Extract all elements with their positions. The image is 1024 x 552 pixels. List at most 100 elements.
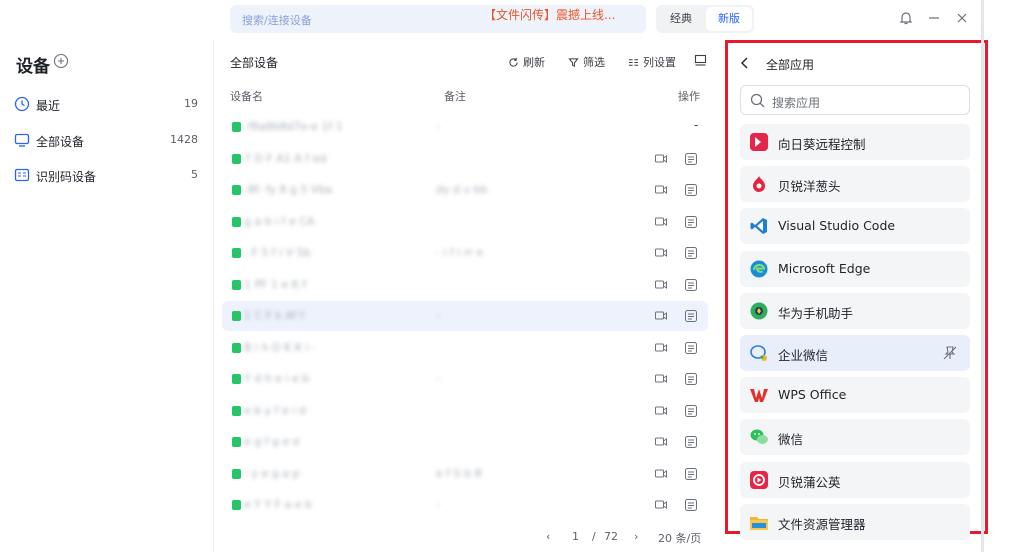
no-actions: - <box>694 118 699 132</box>
next-page-icon[interactable]: › <box>634 530 638 543</box>
layout-toggle-button[interactable] <box>694 54 711 68</box>
table-row[interactable]: -f8a8b8d7e-e 1f 1 - - <box>222 112 708 142</box>
table-row[interactable]: e Y Y F a e b- <box>222 490 708 520</box>
close-icon[interactable] <box>954 10 970 26</box>
app-item[interactable]: Visual Studio Code <box>740 208 970 245</box>
device-name: - y e g a p <box>244 466 300 480</box>
prev-page-icon[interactable]: ‹ <box>546 530 550 543</box>
app-item[interactable]: 贝锐蒲公英 <box>740 461 970 498</box>
details-icon[interactable] <box>684 183 698 197</box>
app-item[interactable]: 企业微信 <box>740 335 970 371</box>
table-row[interactable]: Y d h e i e b- <box>222 364 708 394</box>
details-icon[interactable] <box>684 341 698 355</box>
mode-classic-button[interactable]: 经典 <box>658 7 704 31</box>
vscode-icon <box>749 216 769 236</box>
remote-control-icon[interactable] <box>654 215 668 229</box>
remote-control-icon[interactable] <box>654 498 668 512</box>
page-separator: / <box>592 530 596 543</box>
details-icon[interactable] <box>684 215 698 229</box>
column-header-name: 设备名 <box>230 90 263 103</box>
columns-icon <box>628 59 639 66</box>
device-name: e Y Y F a e b <box>244 498 313 511</box>
app-item[interactable]: 微信 <box>740 419 970 456</box>
app-item[interactable]: WPS Office <box>740 377 970 414</box>
app-item[interactable]: Microsoft Edge <box>740 250 970 287</box>
remote-control-icon[interactable] <box>654 183 668 197</box>
table-row[interactable]: - y e g a p e f S b 8 <box>222 459 708 489</box>
wecom-icon <box>749 343 769 363</box>
device-note: - <box>436 309 440 322</box>
table-row[interactable]: e b y f e i d <box>222 396 708 426</box>
add-device-icon[interactable] <box>53 53 69 69</box>
remote-control-icon[interactable] <box>654 309 668 323</box>
nav-item-count: 1428 <box>170 133 198 146</box>
details-icon[interactable] <box>684 435 698 449</box>
wechat-icon <box>749 427 769 447</box>
top-bar: 搜索/连接设备 【文件闪传】震撼上线... 经典 新版 <box>0 0 1024 40</box>
app-label: 向日葵远程控制 <box>778 137 866 152</box>
promo-text[interactable]: 【文件闪传】震撼上线... <box>484 6 615 23</box>
table-row[interactable]: 7 D F A1 A f ed <box>222 144 708 174</box>
device-status-icon <box>232 468 241 479</box>
minimize-icon[interactable] <box>926 10 942 26</box>
details-icon[interactable] <box>684 152 698 166</box>
device-status-icon <box>232 185 241 195</box>
details-icon[interactable] <box>684 309 698 323</box>
device-note: - i f i rr e <box>436 246 484 259</box>
remote-control-icon[interactable] <box>654 341 668 355</box>
nav-item-count: 5 <box>191 168 198 181</box>
details-icon[interactable] <box>684 467 698 481</box>
table-row[interactable]: 1 C F k Af f - <box>222 301 708 331</box>
window-scrollbar[interactable] <box>981 0 984 552</box>
remote-control-icon[interactable] <box>654 152 668 166</box>
id-card-icon <box>14 168 30 182</box>
refresh-label: 刷新 <box>523 56 545 69</box>
mode-new-button[interactable]: 新版 <box>706 7 752 31</box>
search-icon <box>750 93 765 108</box>
remote-control-icon[interactable] <box>654 435 668 449</box>
table-row[interactable]: e g f g e e <box>222 427 708 457</box>
app-search-input[interactable]: 搜索应用 <box>740 85 970 115</box>
device-name: 1 C F k Af f <box>244 309 304 322</box>
unpin-icon[interactable] <box>942 345 958 361</box>
table-row[interactable]: -8f- fy 8 g 5 Vba dy d v bb <box>222 175 708 205</box>
table-row[interactable]: - F 5 f i V Sb - i f i rr e <box>222 238 708 268</box>
device-name: e g f g e e <box>244 435 300 448</box>
app-label: Visual Studio Code <box>778 218 896 234</box>
app-label: 文件资源管理器 <box>778 516 866 532</box>
device-status-icon <box>232 311 241 321</box>
bell-icon[interactable] <box>898 10 914 26</box>
table-row[interactable]: B i h D K K i - <box>222 333 708 363</box>
details-icon[interactable] <box>684 498 698 512</box>
remote-control-icon[interactable] <box>654 278 668 292</box>
column-header-actions: 操作 <box>678 90 700 103</box>
remote-control-icon[interactable] <box>654 372 668 386</box>
remote-control-icon[interactable] <box>654 246 668 260</box>
app-item[interactable]: 华为手机助手 <box>740 292 970 329</box>
app-item[interactable]: 贝锐洋葱头 <box>740 166 970 203</box>
table-row[interactable]: g a b i f e CA <box>222 207 708 237</box>
nav-item-count: 19 <box>184 97 198 110</box>
nav-item-all-devices[interactable]: 全部设备 1428 <box>0 126 214 154</box>
app-item[interactable]: 文件资源管理器 <box>740 503 970 540</box>
nav-item-recent[interactable]: 最近 19 <box>0 90 214 118</box>
nav-item-id-devices[interactable]: 识别码设备 5 <box>0 161 214 189</box>
remote-control-icon[interactable] <box>654 467 668 481</box>
details-icon[interactable] <box>684 404 698 418</box>
device-note: e f S b 8 <box>436 466 482 480</box>
table-row[interactable]: 1 PF 1 e K f <box>222 270 708 300</box>
page-size-select[interactable]: 20 条/页 <box>658 530 701 546</box>
details-icon[interactable] <box>684 372 698 386</box>
edge-icon <box>749 259 769 279</box>
remote-control-icon[interactable] <box>654 404 668 418</box>
back-arrow-icon[interactable] <box>738 56 752 70</box>
refresh-button[interactable]: 刷新 <box>508 54 545 70</box>
column-settings-button[interactable]: 列设置 <box>628 54 676 70</box>
explorer-icon <box>749 512 769 532</box>
details-icon[interactable] <box>684 246 698 260</box>
current-page[interactable]: 1 <box>572 530 579 543</box>
app-label: Microsoft Edge <box>778 260 871 276</box>
filter-button[interactable]: 筛选 <box>568 54 605 70</box>
details-icon[interactable] <box>684 278 698 292</box>
app-item[interactable]: 向日葵远程控制 <box>740 124 970 160</box>
